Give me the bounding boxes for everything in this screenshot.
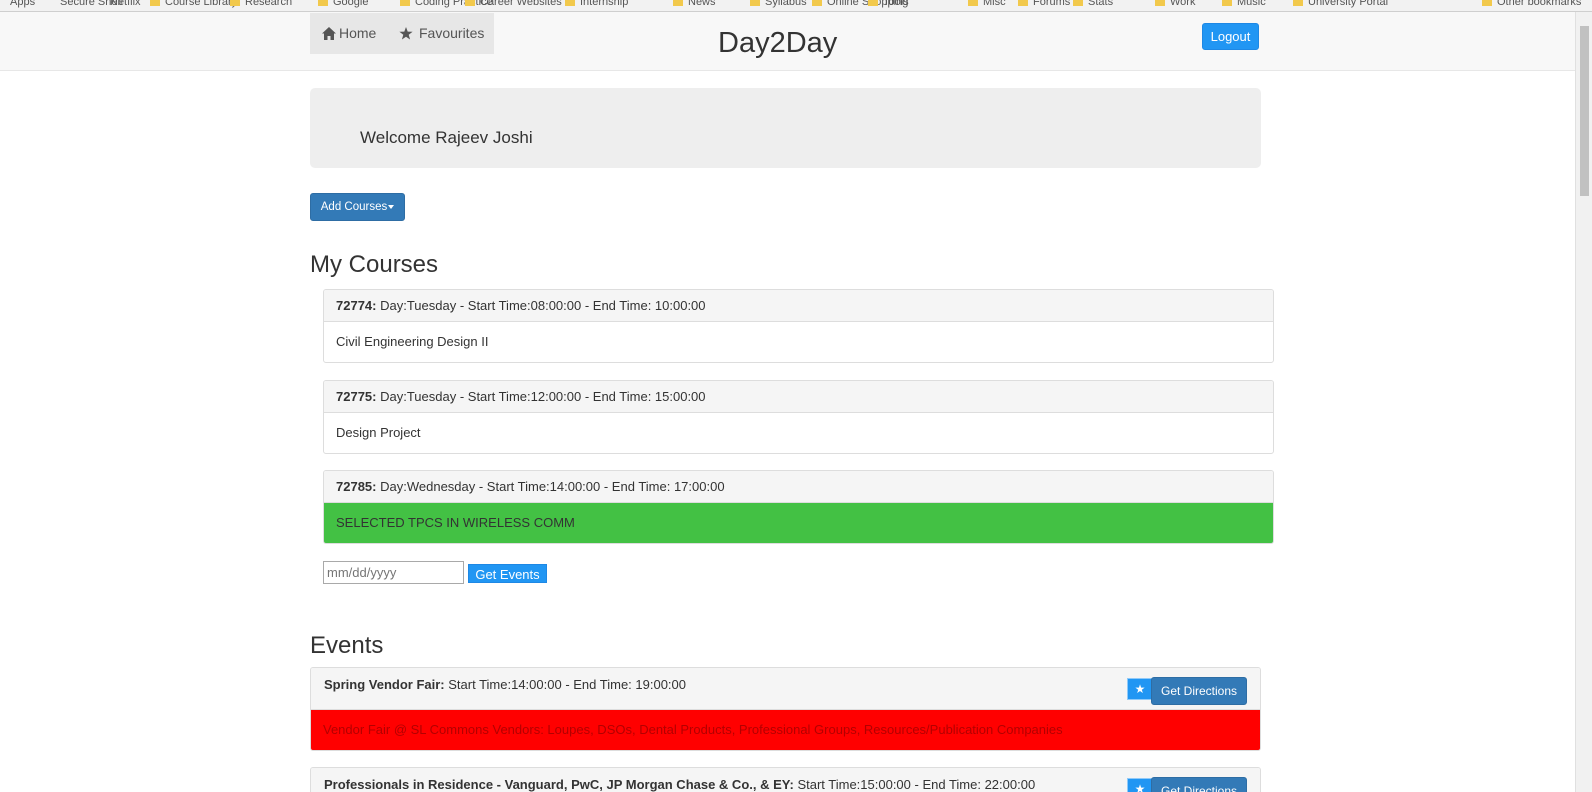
bookmarks-bar: Apps Secure Shell Netflix Course Library… [0, 0, 1592, 12]
course-heading: 72785: Day:Wednesday - Start Time:14:00:… [324, 471, 1273, 503]
bookmark-item[interactable]: Tools [868, 0, 909, 8]
folder-icon [465, 0, 475, 7]
bookmark-item[interactable]: Netflix [110, 0, 141, 8]
bookmark-item[interactable]: Internship [565, 0, 628, 8]
course-heading: 72775: Day:Tuesday - Start Time:12:00:00… [324, 381, 1273, 413]
course-name: Design Project [336, 425, 421, 440]
event-panel: Professionals in Residence - Vanguard, P… [310, 767, 1261, 792]
star-icon: ★ [1134, 682, 1146, 696]
star-icon: ★ [1134, 782, 1146, 792]
folder-icon [1073, 0, 1083, 7]
scrollbar-thumb[interactable] [1580, 26, 1589, 196]
course-name: SELECTED TPCS IN WIRELESS COMM [324, 503, 1273, 543]
bookmark-item[interactable]: Google [318, 0, 368, 8]
nav-home-link[interactable]: Home [322, 25, 376, 41]
caret-down-icon [388, 204, 395, 209]
folder-icon [400, 0, 410, 7]
course-panel: 72774: Day:Tuesday - Start Time:08:00:00… [323, 289, 1274, 363]
get-events-button[interactable]: Get Events [468, 564, 547, 583]
bookmark-item[interactable]: Apps [10, 0, 35, 8]
nav-favourites-link[interactable]: Favourites [399, 25, 484, 41]
star-icon [399, 27, 413, 40]
bookmark-item[interactable]: Course Library [150, 0, 237, 8]
folder-icon [750, 0, 760, 7]
welcome-banner: Welcome Rajeev Joshi [310, 88, 1261, 168]
folder-icon [1222, 0, 1232, 7]
bookmark-item[interactable]: Music [1222, 0, 1266, 8]
my-courses-heading: My Courses [310, 251, 439, 278]
folder-icon [1155, 0, 1165, 7]
bookmark-item[interactable]: Other bookmarks [1482, 0, 1581, 8]
event-title: Spring Vendor Fair: Start Time:14:00:00 … [324, 677, 686, 692]
favourite-star-button[interactable]: ★ [1127, 678, 1153, 700]
course-panel-selected: 72785: Day:Wednesday - Start Time:14:00:… [323, 470, 1274, 544]
bookmark-item[interactable]: Career Websites [465, 0, 562, 8]
bookmark-item[interactable]: University Portal [1293, 0, 1388, 8]
logout-button[interactable]: Logout [1202, 23, 1259, 50]
nav-links: Home Favourites [310, 13, 494, 54]
events-heading: Events [310, 632, 384, 659]
folder-icon [1482, 0, 1492, 7]
get-directions-button[interactable]: Get Directions [1151, 777, 1247, 792]
bookmark-item[interactable]: Work [1155, 0, 1195, 8]
folder-icon [868, 0, 878, 7]
bookmark-item[interactable]: Syllabus [750, 0, 807, 8]
event-heading: Spring Vendor Fair: Start Time:14:00:00 … [311, 668, 1260, 710]
navbar: Home Favourites Day2Day Logout [0, 12, 1575, 71]
course-name: Civil Engineering Design II [336, 334, 489, 349]
folder-icon [968, 0, 978, 7]
folder-icon [318, 0, 328, 7]
bookmark-item[interactable]: Stats [1073, 0, 1113, 8]
folder-icon [150, 0, 160, 7]
page-scrollbar[interactable] [1575, 12, 1592, 792]
course-panel: 72775: Day:Tuesday - Start Time:12:00:00… [323, 380, 1274, 454]
home-icon [322, 27, 336, 40]
bookmark-item[interactable]: Research [230, 0, 292, 8]
event-heading: Professionals in Residence - Vanguard, P… [311, 768, 1260, 792]
add-courses-dropdown-button[interactable]: Add Courses [310, 193, 405, 221]
folder-icon [812, 0, 822, 7]
brand-title[interactable]: Day2Day [718, 27, 837, 60]
folder-icon [1293, 0, 1303, 7]
get-directions-button[interactable]: Get Directions [1151, 677, 1247, 705]
folder-icon [230, 0, 240, 7]
course-heading: 72774: Day:Tuesday - Start Time:08:00:00… [324, 290, 1273, 322]
bookmark-item[interactable]: News [673, 0, 716, 8]
favourite-star-button[interactable]: ★ [1127, 778, 1153, 792]
folder-icon [1018, 0, 1028, 7]
event-title: Professionals in Residence - Vanguard, P… [324, 777, 1036, 792]
bookmark-item[interactable]: Misc [968, 0, 1006, 8]
event-panel: Spring Vendor Fair: Start Time:14:00:00 … [310, 667, 1261, 751]
event-description: Vendor Fair @ SL Commons Vendors: Loupes… [311, 710, 1260, 750]
date-input[interactable] [323, 561, 464, 584]
folder-icon [673, 0, 683, 7]
welcome-message: Welcome Rajeev Joshi [360, 128, 533, 147]
bookmark-item[interactable]: Forums [1018, 0, 1070, 8]
folder-icon [565, 0, 575, 7]
